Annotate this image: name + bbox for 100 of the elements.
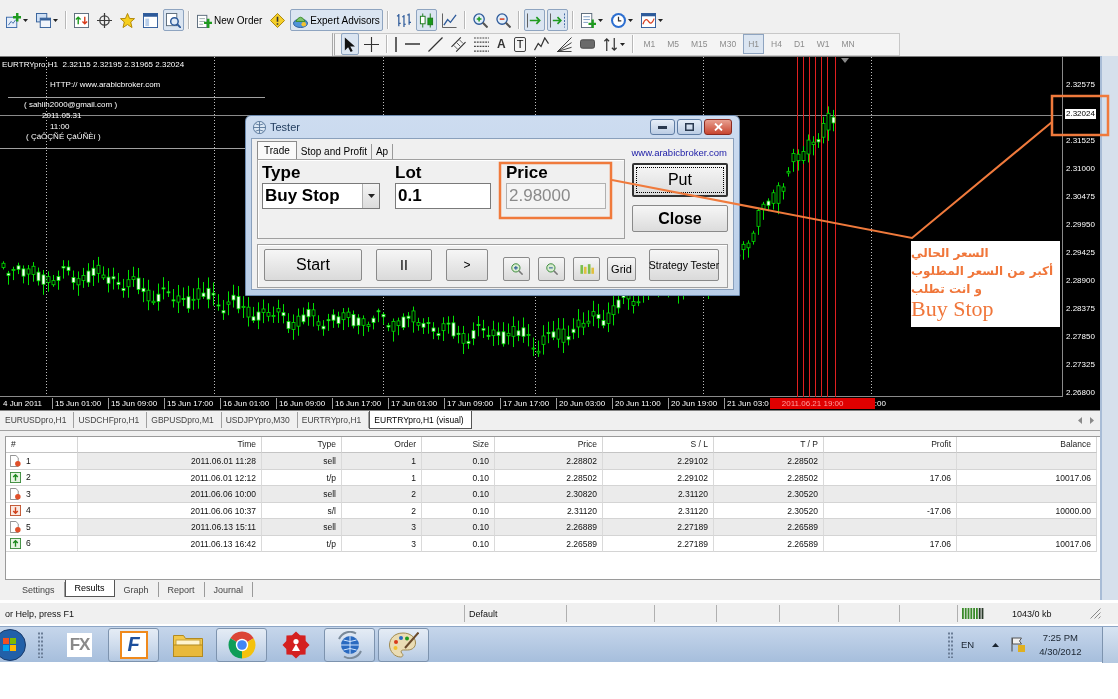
- flag-icon[interactable]: [1011, 637, 1026, 652]
- new-order-button[interactable]: New Order: [194, 9, 266, 31]
- gripper-icon[interactable]: [948, 631, 953, 658]
- shift-marker-icon[interactable]: [841, 58, 849, 63]
- maximize-button[interactable]: [677, 119, 702, 135]
- panel-tab[interactable]: Settings: [13, 582, 65, 597]
- highlight-frame: [1050, 94, 1110, 137]
- lot-field[interactable]: 0.1: [395, 183, 491, 209]
- panel-tab[interactable]: Journal: [204, 582, 254, 597]
- resize-grip-icon[interactable]: [1090, 608, 1101, 619]
- gear-icon[interactable]: [281, 630, 310, 659]
- language-indicator[interactable]: EN: [961, 639, 975, 650]
- clock-date[interactable]: 4/30/2012: [1039, 646, 1082, 657]
- tester-button[interactable]: [163, 9, 184, 31]
- circle-logo-icon[interactable]: [227, 630, 256, 659]
- time-label: 21 Jun 03:0: [724, 398, 770, 409]
- table-cell: 3: [342, 519, 422, 536]
- chart-tab[interactable]: EURTRYpro,H1 (visual): [369, 411, 472, 429]
- taskbar-button[interactable]: [216, 627, 267, 662]
- quotes-icon: [74, 12, 89, 28]
- website-link[interactable]: www.arabicbroker.com: [631, 146, 727, 158]
- zoom-in-button[interactable]: [503, 257, 530, 281]
- palette-icon[interactable]: [388, 631, 419, 658]
- cursor-button[interactable]: [341, 33, 359, 55]
- taskbar-button[interactable]: [324, 627, 375, 662]
- globe-icon[interactable]: [335, 630, 364, 659]
- candlesticks-button[interactable]: [415, 9, 437, 31]
- panel-tab[interactable]: Graph: [114, 582, 159, 597]
- price-label: 2.27850: [1065, 332, 1096, 342]
- panel-tab[interactable]: Results: [64, 580, 115, 597]
- rectangle-icon: [580, 39, 596, 49]
- zoom-out-button[interactable]: [538, 257, 565, 281]
- indicator-window-icon: [640, 12, 656, 28]
- column-header[interactable]: #: [6, 437, 78, 453]
- close-button[interactable]: [704, 119, 732, 135]
- clock-time[interactable]: 7:25 PM: [1042, 632, 1079, 643]
- chart-note: ( sahlih2000@gmail.com ): [24, 100, 118, 110]
- put-button[interactable]: Put: [631, 163, 728, 197]
- channel-icon: [451, 36, 466, 52]
- table-cell: 2011.06.06 10:00: [78, 486, 262, 503]
- table-cell: 0.10: [422, 453, 495, 470]
- arrow-up-icon: [10, 537, 21, 549]
- field-label: Price: [506, 164, 549, 182]
- fan-icon: [557, 36, 573, 52]
- type-dropdown[interactable]: Buy Stop: [262, 183, 380, 209]
- app-logo[interactable]: F: [119, 630, 148, 659]
- time-label: 15 Jun 17:00: [164, 398, 220, 409]
- dialog-tab[interactable]: Ap: [371, 144, 394, 159]
- table-cell: 2.26589: [714, 519, 824, 536]
- step-button[interactable]: >: [446, 249, 488, 281]
- chart-tab[interactable]: GBPUSDpro,M1: [147, 412, 222, 428]
- chart-tab[interactable]: USDJPYpro,M30: [221, 412, 298, 428]
- close-button[interactable]: Close: [631, 205, 728, 232]
- template-icon: [580, 12, 596, 28]
- minimize-button[interactable]: [650, 119, 675, 135]
- start-orb-icon[interactable]: [0, 627, 26, 662]
- time-label: 17 Jun 09:00: [444, 398, 500, 409]
- chart-tab[interactable]: USDCHFpro,H1: [74, 412, 148, 428]
- grid-button[interactable]: Grid: [607, 257, 636, 281]
- fibonacci-icon: [474, 36, 489, 52]
- time-label: 16 Jun 17:00: [332, 398, 388, 409]
- gripper-icon[interactable]: [38, 631, 43, 658]
- panel-tab[interactable]: Report: [158, 582, 205, 597]
- auto-scroll-button[interactable]: [523, 9, 545, 31]
- pause-button[interactable]: II: [376, 249, 432, 281]
- dialog-tab[interactable]: Trade: [257, 141, 297, 159]
- table-cell: 2.26889: [495, 519, 603, 536]
- expert-advisors-button[interactable]: Expert Advisors: [290, 9, 383, 31]
- strategy-tester-button[interactable]: Strategy Tester: [649, 249, 719, 281]
- chart-shift-button[interactable]: [546, 9, 568, 31]
- text-button[interactable]: A: [494, 33, 509, 55]
- scroll-left-icon[interactable]: [1078, 416, 1082, 424]
- table-cell: sell: [262, 486, 342, 503]
- table-cell: 1: [26, 455, 31, 466]
- dropdown-button[interactable]: [362, 184, 379, 208]
- window-title: Tester: [270, 121, 300, 133]
- document-plus-icon: [197, 12, 212, 28]
- price-label: 2.29950: [1065, 220, 1096, 230]
- start-button[interactable]: Start: [264, 249, 362, 281]
- symbol-info: EURTRYpro,H1 2.32115 2.32195 2.31965 2.32024: [2, 60, 185, 70]
- price-label: 2.29425: [1065, 248, 1096, 258]
- taskbar-button[interactable]: F: [108, 627, 159, 662]
- dialog-tab[interactable]: Stop and Profit: [296, 144, 372, 159]
- warning-icon: [270, 12, 286, 28]
- star-icon: [120, 12, 135, 28]
- folder-icon[interactable]: [172, 632, 203, 657]
- chart-tab[interactable]: EURUSDpro,H1: [1, 412, 75, 428]
- chart-plus-icon: [6, 12, 21, 28]
- line-chart-icon: [441, 12, 457, 28]
- taskbar-button[interactable]: [378, 627, 429, 662]
- time-label: 17 Jun 17:00: [500, 398, 556, 409]
- split-bars-icon: [579, 264, 594, 274]
- scroll-right-icon[interactable]: [1090, 416, 1094, 424]
- field-label: Type: [262, 164, 302, 182]
- shift-arrow-icon: [549, 12, 565, 28]
- zoom-in-icon: [472, 12, 488, 28]
- caret-up-icon[interactable]: [992, 642, 1000, 647]
- bars-button[interactable]: [573, 257, 600, 281]
- text-label-button[interactable]: T: [513, 36, 527, 52]
- price-label: 2.31000: [1065, 164, 1096, 174]
